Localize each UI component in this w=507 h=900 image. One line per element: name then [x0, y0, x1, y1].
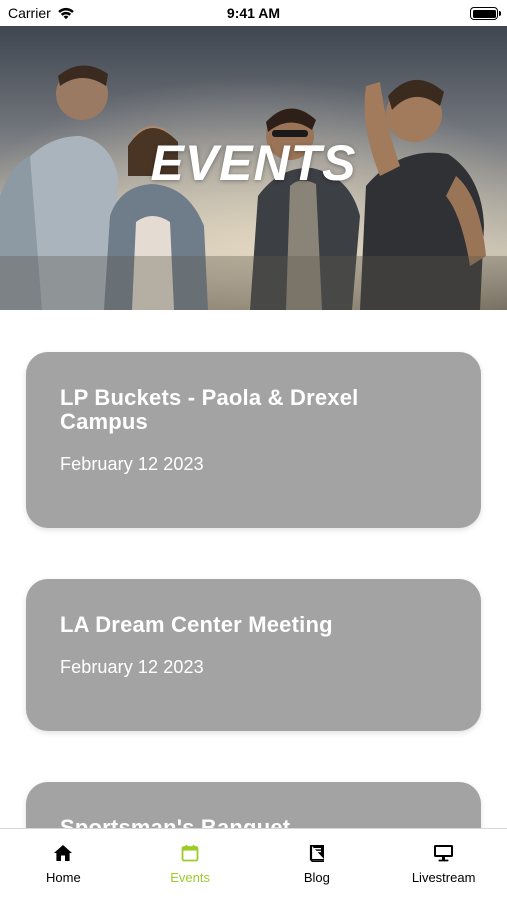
calendar-icon	[179, 843, 201, 863]
event-card[interactable]: Sportsman's Banquet	[26, 782, 481, 828]
event-card[interactable]: LA Dream Center Meeting February 12 2023	[26, 579, 481, 731]
tab-label: Blog	[303, 870, 330, 885]
tab-events[interactable]: Events	[127, 829, 254, 900]
tab-label: Events	[170, 870, 210, 885]
tab-bar: Home Events Blog Livestream	[0, 828, 507, 900]
book-icon	[306, 843, 328, 863]
event-card[interactable]: LP Buckets - Paola & Drexel Campus Febru…	[26, 352, 481, 528]
tab-label: Home	[46, 870, 81, 885]
event-title: Sportsman's Banquet	[60, 815, 291, 829]
event-date: February 12 2023	[60, 657, 204, 677]
hero-banner: EVENTS	[0, 26, 507, 310]
event-date: February 12 2023	[60, 454, 204, 474]
monitor-icon	[433, 843, 455, 863]
page-title: EVENTS	[150, 135, 357, 191]
battery-icon	[470, 7, 501, 20]
tab-home[interactable]: Home	[0, 829, 127, 900]
tab-label: Livestream	[411, 870, 476, 885]
tab-livestream[interactable]: Livestream	[380, 829, 507, 900]
status-bar: Carrier 9:41 AM	[0, 0, 507, 26]
tab-blog[interactable]: Blog	[254, 829, 381, 900]
home-icon	[52, 843, 74, 863]
event-title: LA Dream Center Meeting	[60, 612, 333, 637]
event-title: LP Buckets - Paola & Drexel Campus	[60, 385, 359, 434]
status-time: 9:41 AM	[226, 5, 281, 21]
events-list[interactable]: LP Buckets - Paola & Drexel Campus Febru…	[0, 310, 507, 828]
